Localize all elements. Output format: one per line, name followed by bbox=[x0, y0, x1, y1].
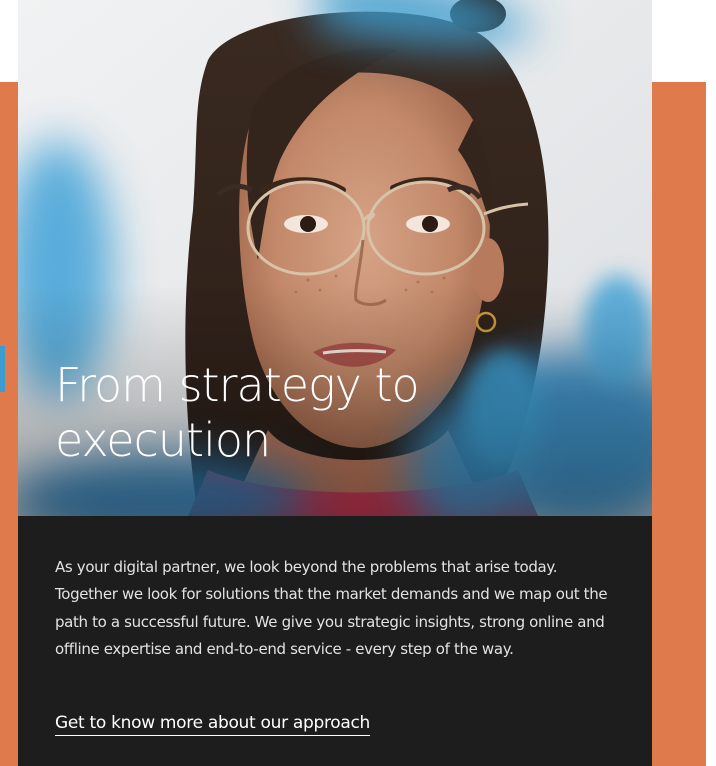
feature-card: From strategy to execution As your digit… bbox=[18, 0, 652, 766]
hero-title: From strategy to execution bbox=[55, 358, 420, 467]
accent-edge bbox=[0, 346, 5, 392]
approach-link[interactable]: Get to know more about our approach bbox=[55, 712, 370, 736]
page: From strategy to execution As your digit… bbox=[0, 0, 716, 766]
content-panel: As your digital partner, we look beyond … bbox=[18, 516, 652, 766]
intro-paragraph: As your digital partner, we look beyond … bbox=[55, 558, 608, 658]
hero-image: From strategy to execution bbox=[18, 0, 652, 516]
